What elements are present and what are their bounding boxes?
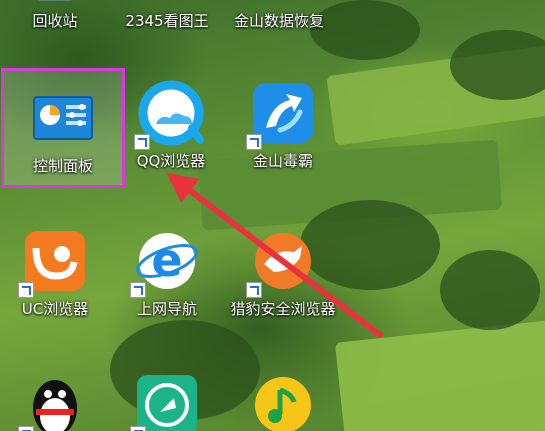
annotation-arrow (166, 172, 383, 338)
annotation-arrow-line (166, 172, 383, 338)
desktop: 回收站 2345看图王 金山数据恢复 控制面板 QQ浏览器 金山毒霸 UC浏览器… (0, 0, 545, 431)
